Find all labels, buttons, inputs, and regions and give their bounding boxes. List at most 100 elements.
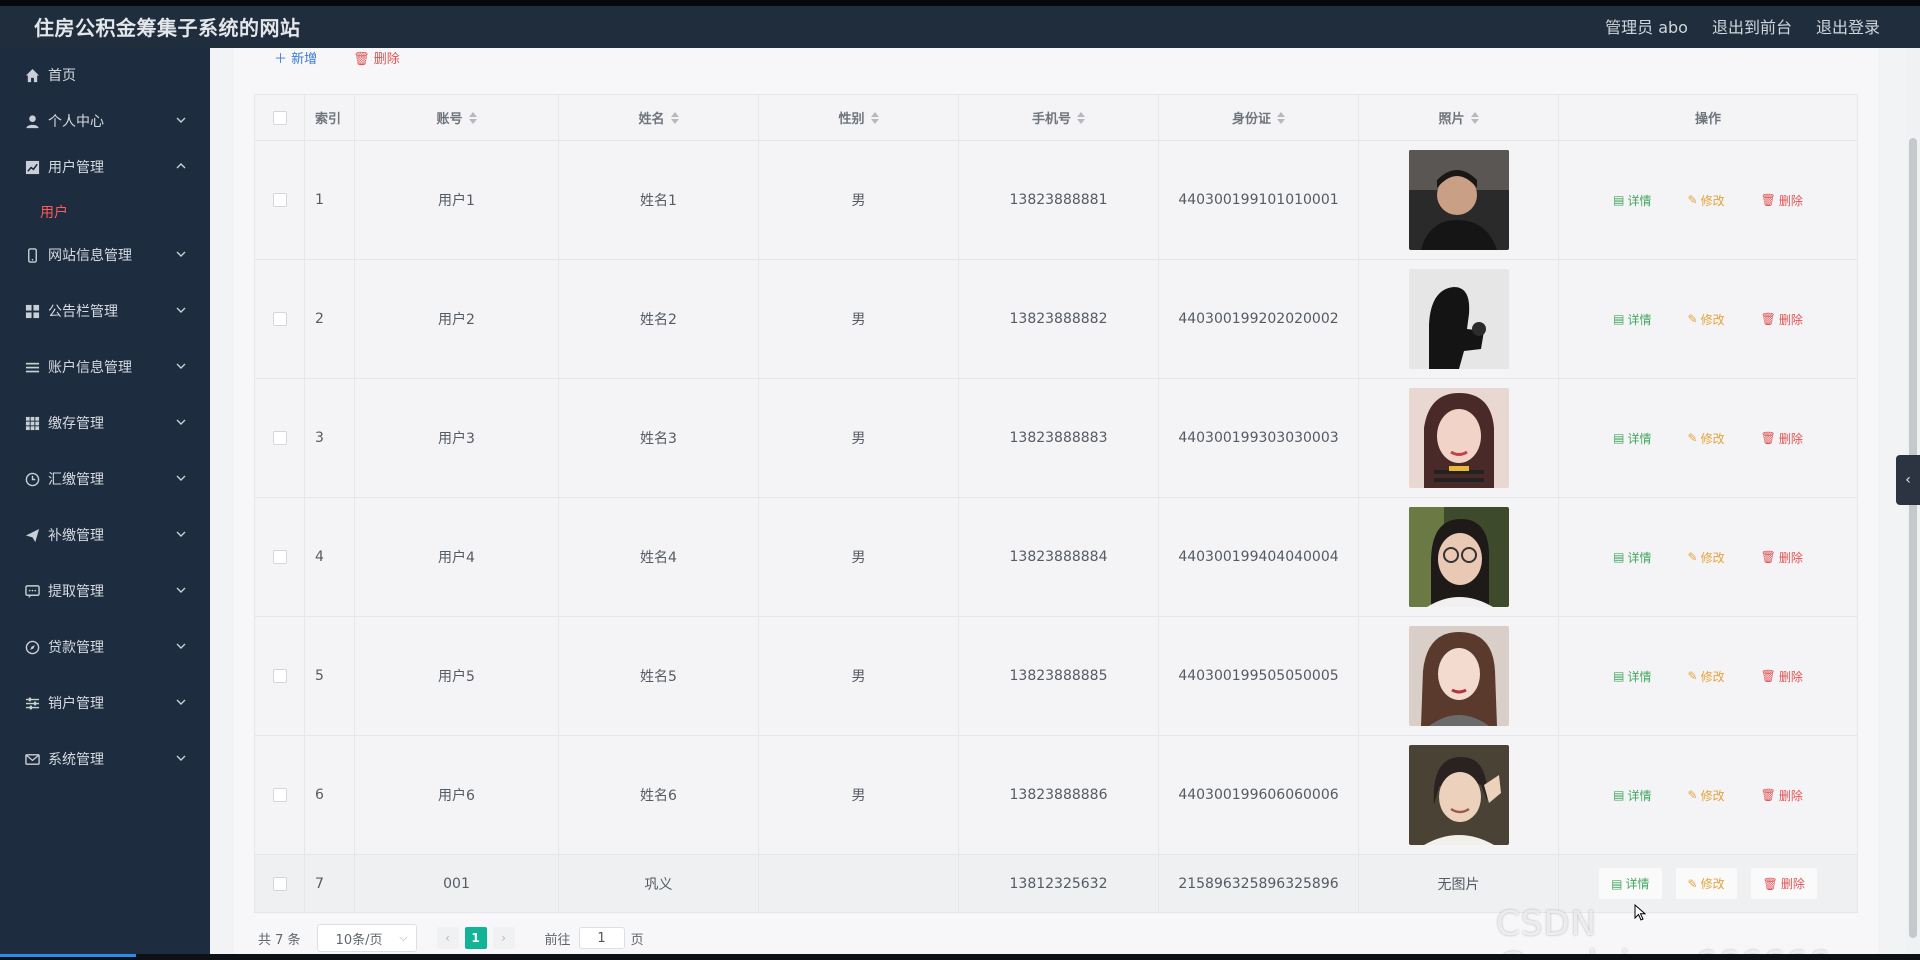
sidebar-item-label: 个人中心 bbox=[48, 114, 104, 130]
sidebar-item-closure[interactable]: 销户管理 bbox=[0, 680, 210, 726]
sidebar-item-label: 补缴管理 bbox=[48, 528, 104, 544]
delete-button[interactable]: 🗑 删除 bbox=[1749, 867, 1818, 900]
goto-page-input[interactable] bbox=[578, 927, 625, 949]
column-header: 操作 bbox=[1694, 112, 1721, 127]
edit-label: 修改 bbox=[1700, 431, 1725, 446]
delete-button[interactable]: 🗑 删除 bbox=[1749, 780, 1815, 811]
sidebar-item-account-info[interactable]: 账户信息管理 bbox=[0, 344, 210, 390]
detail-button[interactable]: ▤ 详情 bbox=[1598, 867, 1663, 900]
detail-button[interactable]: ▤ 详情 bbox=[1601, 780, 1663, 811]
edit-button[interactable]: ✎ 修改 bbox=[1676, 661, 1737, 692]
column-header[interactable]: 手机号 bbox=[959, 95, 1159, 140]
column-header[interactable]: 身份证 bbox=[1159, 95, 1359, 140]
cell-index: 1 bbox=[305, 141, 355, 259]
sidebar-item-user-management[interactable]: 用户管理 bbox=[0, 144, 210, 190]
send-icon bbox=[24, 527, 40, 543]
detail-button[interactable]: ▤ 详情 bbox=[1601, 542, 1663, 573]
sidebar-item-system[interactable]: 系统管理 bbox=[0, 736, 210, 782]
pencil-icon: ✎ bbox=[1687, 669, 1698, 683]
edit-button[interactable]: ✎ 修改 bbox=[1676, 542, 1737, 573]
sort-icon[interactable] bbox=[1277, 111, 1285, 125]
row-checkbox[interactable] bbox=[272, 876, 287, 891]
detail-button[interactable]: ▤ 详情 bbox=[1601, 661, 1663, 692]
sidebar: 首页 个人中心 用户管理 用户 网站信息管理 公告栏管理 账户信息管理 缴存管理… bbox=[0, 48, 210, 960]
edit-label: 修改 bbox=[1700, 788, 1725, 803]
sidebar-item-withdraw[interactable]: 提取管理 bbox=[0, 568, 210, 614]
sidebar-item-deposit[interactable]: 缴存管理 bbox=[0, 400, 210, 446]
batch-delete-button[interactable]: 🗑 删除 bbox=[353, 48, 400, 67]
sort-icon[interactable] bbox=[670, 111, 679, 125]
next-page-button[interactable]: › bbox=[492, 927, 515, 949]
trash-icon: 🗑 bbox=[1760, 669, 1776, 683]
detail-button[interactable]: ▤ 详情 bbox=[1601, 423, 1663, 454]
admin-label: 管理员 abo bbox=[1605, 18, 1688, 37]
row-checkbox[interactable] bbox=[272, 193, 287, 207]
delete-label: 删除 bbox=[373, 52, 400, 67]
page-number-1[interactable]: 1 bbox=[464, 927, 487, 949]
column-header[interactable]: 照片 bbox=[1359, 95, 1559, 140]
sidebar-subitem-user[interactable]: 用户 bbox=[0, 192, 210, 232]
edit-button[interactable]: ✎ 修改 bbox=[1676, 185, 1737, 216]
sort-icon[interactable] bbox=[870, 111, 879, 125]
row-checkbox[interactable] bbox=[272, 312, 287, 326]
sidebar-item-remittance[interactable]: 汇缴管理 bbox=[0, 456, 210, 502]
row-checkbox[interactable] bbox=[272, 788, 287, 802]
chevron-down-icon bbox=[174, 583, 188, 597]
add-button[interactable]: ＋ 新增 bbox=[274, 48, 317, 67]
cell-phone: 13823888885 bbox=[959, 617, 1159, 735]
sidebar-item-loan[interactable]: 贷款管理 bbox=[0, 624, 210, 670]
table-row: 6 用户6 姓名6 男 13823888886 4403001996060600… bbox=[255, 736, 1857, 855]
row-checkbox[interactable] bbox=[272, 431, 287, 445]
sidebar-item-notice[interactable]: 公告栏管理 bbox=[0, 288, 210, 334]
delete-button[interactable]: 🗑 删除 bbox=[1749, 661, 1815, 692]
edit-label: 修改 bbox=[1700, 193, 1725, 208]
delete-button[interactable]: 🗑 删除 bbox=[1749, 423, 1815, 454]
sort-icon[interactable] bbox=[468, 111, 477, 125]
scrollbar-thumb[interactable] bbox=[1909, 138, 1917, 938]
sidebar-item-personal-center[interactable]: 个人中心 bbox=[0, 98, 210, 144]
column-header: 索引 bbox=[305, 95, 355, 140]
table-header: 索引 账号 姓名 性别 手机号 身份证 照片 操作 bbox=[255, 95, 1857, 141]
person-icon bbox=[24, 113, 40, 129]
sort-icon[interactable] bbox=[1077, 111, 1085, 125]
collapse-drawer-button[interactable]: ‹ bbox=[1896, 455, 1920, 505]
cell-gender: 男 bbox=[759, 141, 959, 259]
cell-index: 3 bbox=[305, 379, 355, 497]
prev-page-button[interactable]: ‹ bbox=[436, 927, 459, 949]
edit-button[interactable]: ✎ 修改 bbox=[1676, 304, 1737, 335]
chevron-down-icon bbox=[174, 415, 188, 429]
user-table: 索引 账号 姓名 性别 手机号 身份证 照片 操作 1 用户1 姓名1 男 13… bbox=[254, 94, 1858, 913]
detail-button[interactable]: ▤ 详情 bbox=[1601, 304, 1663, 335]
detail-button[interactable]: ▤ 详情 bbox=[1601, 185, 1663, 216]
logout-link[interactable]: 退出登录 bbox=[1816, 14, 1880, 38]
delete-button[interactable]: 🗑 删除 bbox=[1749, 542, 1815, 573]
chevron-down-icon bbox=[174, 639, 188, 653]
sidebar-item-label: 网站信息管理 bbox=[48, 248, 132, 264]
sidebar-item-site-info[interactable]: 网站信息管理 bbox=[0, 232, 210, 278]
pencil-icon: ✎ bbox=[1687, 876, 1698, 891]
sidebar-item-label: 系统管理 bbox=[48, 752, 104, 768]
edit-button[interactable]: ✎ 修改 bbox=[1674, 867, 1738, 900]
sidebar-item-label: 公告栏管理 bbox=[48, 304, 118, 320]
sidebar-item-home[interactable]: 首页 bbox=[0, 52, 210, 98]
cell-idcard: 440300199505050005 bbox=[1159, 617, 1359, 735]
delete-button[interactable]: 🗑 删除 bbox=[1749, 304, 1815, 335]
add-label: 新增 bbox=[291, 52, 318, 67]
edit-button[interactable]: ✎ 修改 bbox=[1676, 780, 1737, 811]
column-header[interactable]: 姓名 bbox=[559, 95, 759, 140]
column-header[interactable]: 性别 bbox=[759, 95, 959, 140]
sort-icon[interactable] bbox=[1470, 111, 1479, 125]
sidebar-item-supplement[interactable]: 补缴管理 bbox=[0, 512, 210, 558]
pagination: 共 7 条 10条/页 ⌵ ‹ 1 › 前往 页 bbox=[258, 924, 644, 952]
delete-button[interactable]: 🗑 删除 bbox=[1749, 185, 1815, 216]
trash-icon: 🗑 bbox=[353, 52, 374, 67]
select-all-checkbox[interactable] bbox=[272, 110, 287, 125]
column-title: 手机号 bbox=[1031, 112, 1071, 127]
page-size-select[interactable]: 10条/页 ⌵ bbox=[316, 924, 417, 952]
to-front-link[interactable]: 退出到前台 bbox=[1712, 14, 1792, 38]
row-checkbox[interactable] bbox=[272, 669, 287, 683]
chevron-down-icon bbox=[174, 695, 188, 709]
row-checkbox[interactable] bbox=[272, 550, 287, 564]
column-header[interactable]: 账号 bbox=[355, 95, 559, 140]
edit-button[interactable]: ✎ 修改 bbox=[1676, 423, 1737, 454]
